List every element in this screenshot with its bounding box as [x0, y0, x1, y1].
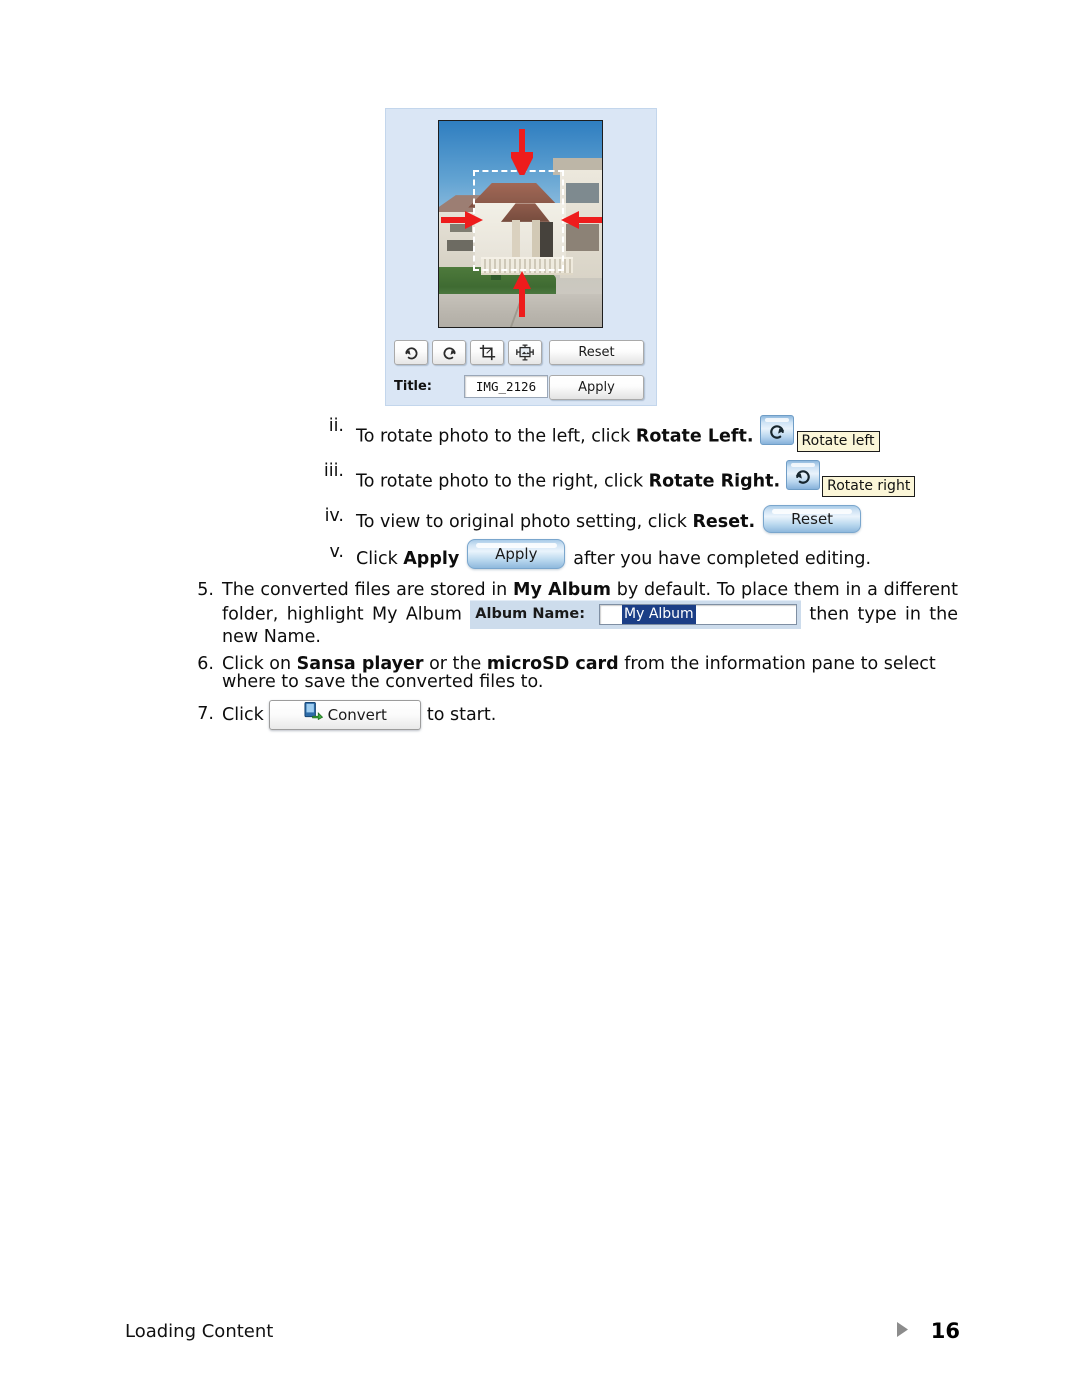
apply-button-inline[interactable]: Apply — [467, 539, 566, 570]
list-item-v: v. Click Apply Apply after you have comple… — [188, 539, 958, 574]
rotate-right-button[interactable] — [394, 340, 428, 365]
list-text-7-part1: Click — [222, 705, 270, 726]
album-name-selected-value: My Album — [622, 604, 696, 624]
crop-icon — [479, 344, 496, 361]
album-name-label: Album Name: — [475, 605, 585, 622]
tooltip-rotate-right: Rotate right — [822, 476, 916, 498]
album-name-widget: Album Name: My Album — [470, 599, 801, 629]
triangle-right-icon — [896, 1321, 909, 1342]
footer-page-group: 16 — [896, 1319, 960, 1343]
page-footer: Loading Content 16 — [125, 1319, 960, 1343]
rotate-left-icon — [441, 344, 458, 361]
list-text-5-bold: My Album — [513, 580, 611, 601]
annotation-arrow-left-icon — [559, 209, 602, 231]
panel-reset-button[interactable]: Reset — [549, 340, 644, 365]
apply-button-label: Apply — [495, 545, 538, 564]
list-text-ii: To rotate photo to the left, click Rotat… — [356, 415, 958, 455]
list-item-iii: iii. To rotate photo to the right, click… — [188, 460, 958, 500]
footer-section-label: Loading Content — [125, 1320, 274, 1342]
list-text-7-part2: to start. — [421, 705, 497, 726]
title-input[interactable]: IMG_2126 — [464, 375, 549, 398]
convert-button-label: Convert — [327, 706, 387, 725]
panel-apply-button[interactable]: Apply — [549, 375, 644, 400]
convert-button-inline[interactable]: Convert — [269, 700, 422, 731]
list-marker-iv: iv. — [324, 506, 344, 527]
crop-selection-marquee[interactable] — [473, 170, 564, 271]
list-text-ii-bold: Rotate Left. — [635, 426, 754, 447]
crop-button[interactable] — [470, 340, 504, 365]
page-number: 16 — [930, 1319, 960, 1343]
list-item-iv: iv. To view to original photo setting, c… — [188, 505, 958, 536]
photo-editor-panel: Reset Title: IMG_2126 Apply — [385, 108, 657, 406]
convert-icon — [304, 701, 323, 729]
list-marker-6: 6. — [197, 654, 214, 675]
list-marker-ii: ii. — [328, 416, 344, 436]
list-item-ii: ii. To rotate photo to the left, click R… — [188, 415, 958, 455]
instruction-list: ii. To rotate photo to the left, click R… — [188, 415, 958, 738]
album-name-input[interactable]: My Album — [599, 603, 797, 625]
inline-rotate-right-widget: Rotate right — [786, 460, 916, 498]
panel-reset-button-wrap: Reset — [549, 340, 644, 365]
list-text-v-after: after you have completed editing. — [573, 549, 872, 570]
annotation-arrow-down-icon — [511, 129, 533, 175]
list-marker-v: v. — [329, 542, 344, 563]
list-text-iii: To rotate photo to the right, click Rota… — [356, 460, 958, 500]
list-item-5: 5. The converted files are stored in My … — [188, 580, 958, 646]
rotate-left-button[interactable] — [432, 340, 466, 365]
photo-house-right-window — [566, 182, 599, 204]
list-text-iv-plain: To view to original photo setting, click — [356, 512, 693, 533]
reset-button-inline[interactable]: Reset — [763, 505, 862, 534]
resize-image-button[interactable] — [508, 340, 542, 365]
inline-rotate-left-widget: Rotate left — [759, 415, 880, 453]
list-text-5-part1: The converted files are stored in — [222, 580, 514, 601]
rotate-right-icon — [403, 344, 420, 361]
photo-house-left-window-lower — [447, 240, 474, 251]
list-text-v-bold: Apply — [403, 549, 460, 570]
list-marker-5: 5. — [197, 580, 214, 601]
reset-button-label: Reset — [791, 510, 834, 529]
list-text-5: The converted files are stored in My Alb… — [222, 580, 958, 646]
list-item-6: 6. Click on Sansa player or the microSD … — [188, 654, 958, 691]
annotation-arrow-right-icon — [441, 209, 485, 231]
list-marker-7: 7. — [197, 704, 214, 725]
title-label: Title: — [394, 379, 433, 394]
list-text-ii-plain: To rotate photo to the left, click — [356, 426, 636, 447]
rotate-left-button-inline[interactable] — [759, 415, 794, 445]
panel-apply-button-wrap: Apply — [549, 375, 644, 400]
list-text-7: Click Convert to start. — [222, 700, 958, 731]
list-text-6: Click on Sansa player or the microSD car… — [222, 655, 958, 691]
editor-toolbar — [394, 340, 546, 365]
list-item-7: 7. Click Convert to start. — [188, 700, 958, 731]
title-row: Title: IMG_2126 — [394, 375, 549, 398]
list-text-iv: To view to original photo setting, click… — [356, 505, 958, 536]
list-marker-iii: iii. — [323, 461, 344, 482]
tooltip-rotate-left: Rotate left — [796, 431, 880, 453]
resize-image-icon — [516, 344, 534, 361]
list-text-iii-plain: To rotate photo to the right, click — [356, 471, 649, 492]
annotation-arrow-up-icon — [511, 269, 533, 317]
list-text-iv-bold: Reset. — [692, 512, 756, 533]
photo-preview[interactable] — [438, 120, 603, 328]
list-text-v: Click Apply Apply after you have completed… — [356, 539, 958, 574]
list-text-iii-bold: Rotate Right. — [648, 471, 781, 492]
list-text-v-plain: Click — [356, 549, 404, 570]
rotate-right-button-inline[interactable] — [786, 460, 821, 491]
